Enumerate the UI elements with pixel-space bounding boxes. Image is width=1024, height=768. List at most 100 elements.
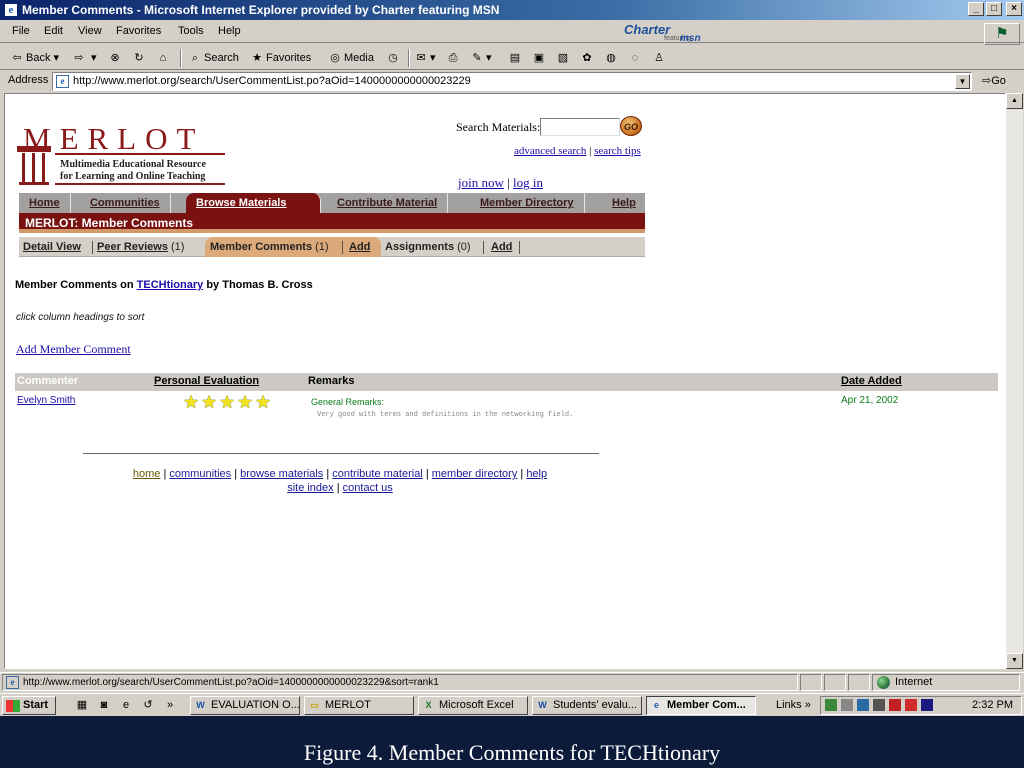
nav-communities[interactable]: Communities xyxy=(80,193,171,213)
menu-tools[interactable]: Tools xyxy=(178,25,204,37)
stop-button[interactable]: ⊗ xyxy=(108,49,124,67)
footer-links: home | communities | browse materials | … xyxy=(132,468,548,480)
back-button[interactable]: ⇦ Back ▾ xyxy=(10,49,59,67)
footer-browse-materials-link[interactable]: browse materials xyxy=(240,468,323,480)
footer-contribute-material-link[interactable]: contribute material xyxy=(332,468,423,480)
page-icon: e xyxy=(56,75,69,88)
logo-tagline-2: for Learning and Online Teaching xyxy=(60,171,206,182)
display-icon[interactable] xyxy=(857,699,869,711)
minimize-button[interactable]: _ xyxy=(968,2,984,16)
col-personal-evaluation[interactable]: Personal Evaluation xyxy=(154,375,259,387)
home-button[interactable]: ⌂ xyxy=(156,49,172,67)
nav-home[interactable]: Home xyxy=(19,193,71,213)
vertical-scrollbar[interactable]: ▲ ▼ xyxy=(1006,93,1023,669)
refresh-button[interactable]: ↻ xyxy=(132,49,148,67)
ie-window: e Member Comments - Microsoft Internet E… xyxy=(0,0,1024,716)
advanced-search-link[interactable]: advanced search xyxy=(514,145,586,157)
go-button[interactable]: ⇨Go xyxy=(982,74,1006,87)
volume-icon[interactable] xyxy=(841,699,853,711)
add-member-comment-link[interactable]: Add Member Comment xyxy=(16,342,131,357)
desktop-icon[interactable]: ▦ xyxy=(74,698,90,713)
menu-favorites[interactable]: Favorites xyxy=(116,25,161,37)
address-input[interactable]: e http://www.merlot.org/search/UserComme… xyxy=(52,72,972,91)
go-arrow-icon: ⇨ xyxy=(982,75,992,87)
footer-contact-us-link[interactable]: contact us xyxy=(343,482,393,494)
antivirus-icon[interactable] xyxy=(905,699,917,711)
edit-button[interactable]: ✎ ▾ xyxy=(470,49,491,67)
app-tray-icon[interactable] xyxy=(921,699,933,711)
refresh-quicklaunch-icon[interactable]: ↺ xyxy=(140,698,156,713)
mail-icon: ✉ xyxy=(416,52,426,65)
footer-site-index-link[interactable]: site index xyxy=(287,482,333,494)
menu-edit[interactable]: Edit xyxy=(44,25,63,37)
chat-button[interactable]: ◌ xyxy=(628,49,644,67)
print-button[interactable]: ⎙ xyxy=(446,49,462,67)
history-button[interactable]: ◷ xyxy=(386,49,402,67)
links-toolbar[interactable]: Links » xyxy=(776,699,811,711)
start-button[interactable]: Start xyxy=(2,696,56,715)
outlook-icon[interactable]: ◙ xyxy=(96,698,112,713)
chat-icon: ◌ xyxy=(631,52,639,65)
task-merlot[interactable]: ▭ MERLOT xyxy=(304,696,414,715)
sort-hint: click column headings to sort xyxy=(16,312,145,323)
acrobat-icon[interactable] xyxy=(889,699,901,711)
menu-help[interactable]: Help xyxy=(218,25,241,37)
network-icon[interactable] xyxy=(825,699,837,711)
media-button[interactable]: ◎ Media xyxy=(328,49,374,67)
footer-communities-link[interactable]: communities xyxy=(169,468,231,480)
task-member-comments[interactable]: e Member Com... xyxy=(646,696,756,715)
media-icon: ◎ xyxy=(330,52,340,65)
edit-icon: ✎ xyxy=(472,52,482,65)
messenger-button[interactable]: ▧ xyxy=(556,49,572,67)
mail-button[interactable]: ✉ ▾ xyxy=(414,49,435,67)
ie-quicklaunch-icon[interactable]: e xyxy=(118,698,134,713)
log-in-link[interactable]: log in xyxy=(513,175,543,190)
account-links: join now | log in xyxy=(458,175,543,190)
menu-file[interactable]: File xyxy=(12,25,30,37)
title-bar: e Member Comments - Microsoft Internet E… xyxy=(0,0,1024,20)
monitor-icon[interactable] xyxy=(873,699,885,711)
home-icon: ⌂ xyxy=(159,52,167,65)
peer-reviews-tab[interactable]: Peer Reviews (1) xyxy=(97,240,184,254)
search-tips-link[interactable]: search tips xyxy=(594,145,641,157)
assignments-tab[interactable]: Assignments (0) xyxy=(385,240,471,254)
nav-browse-materials[interactable]: Browse Materials xyxy=(186,193,321,213)
research-button[interactable]: ▣ xyxy=(532,49,548,67)
close-button[interactable]: × xyxy=(1006,2,1022,16)
discuss-button[interactable]: ▤ xyxy=(508,49,524,67)
join-now-link[interactable]: join now xyxy=(458,175,504,190)
remark-text: Very good with terms and definitions in … xyxy=(317,411,574,419)
add-assignment-link[interactable]: Add xyxy=(491,240,512,254)
nav-help[interactable]: Help xyxy=(602,193,646,213)
menu-view[interactable]: View xyxy=(78,25,102,37)
more-icon[interactable]: » xyxy=(162,698,178,713)
footer-help-link[interactable]: help xyxy=(526,468,547,480)
add-comment-tab-link[interactable]: Add xyxy=(349,240,370,254)
stop-icon: ⊗ xyxy=(110,52,120,65)
nav-member-directory[interactable]: Member Directory xyxy=(470,193,585,213)
maximize-button[interactable]: □ xyxy=(986,2,1002,16)
task-evaluation[interactable]: W EVALUATION O... xyxy=(190,696,300,715)
task-excel[interactable]: X Microsoft Excel xyxy=(418,696,528,715)
favorites-button[interactable]: ★ Favorites xyxy=(250,49,311,67)
search-go-button[interactable]: GO xyxy=(620,116,642,136)
task-students-evaluation[interactable]: W Students' evalu... xyxy=(532,696,642,715)
globe-button[interactable]: ◍ xyxy=(604,49,620,67)
nav-contribute-material[interactable]: Contribute Material xyxy=(327,193,449,213)
search-button[interactable]: ⌕ Search xyxy=(188,49,239,67)
footer-home-link[interactable]: home xyxy=(133,468,161,480)
member-comments-tab[interactable]: Member Comments (1) xyxy=(210,240,329,254)
commenter-link[interactable]: Evelyn Smith xyxy=(17,395,75,406)
scroll-up-icon[interactable]: ▲ xyxy=(1006,93,1023,109)
forward-button[interactable]: ⇨ ▾ xyxy=(72,49,96,67)
butterfly-button[interactable]: ✿ xyxy=(580,49,596,67)
col-date-added[interactable]: Date Added xyxy=(841,375,902,387)
scroll-down-icon[interactable]: ▼ xyxy=(1006,653,1023,669)
footer-member-directory-link[interactable]: member directory xyxy=(432,468,518,480)
user-button[interactable]: ♙ xyxy=(652,49,668,67)
detail-view-tab[interactable]: Detail View xyxy=(23,240,81,254)
techtionary-link[interactable]: TECHtionary xyxy=(137,279,204,291)
search-materials-input[interactable] xyxy=(540,118,620,136)
address-dropdown-icon[interactable]: ▼ xyxy=(955,74,970,89)
figure-caption: Figure 4. Member Comments for TECHtionar… xyxy=(303,740,721,765)
